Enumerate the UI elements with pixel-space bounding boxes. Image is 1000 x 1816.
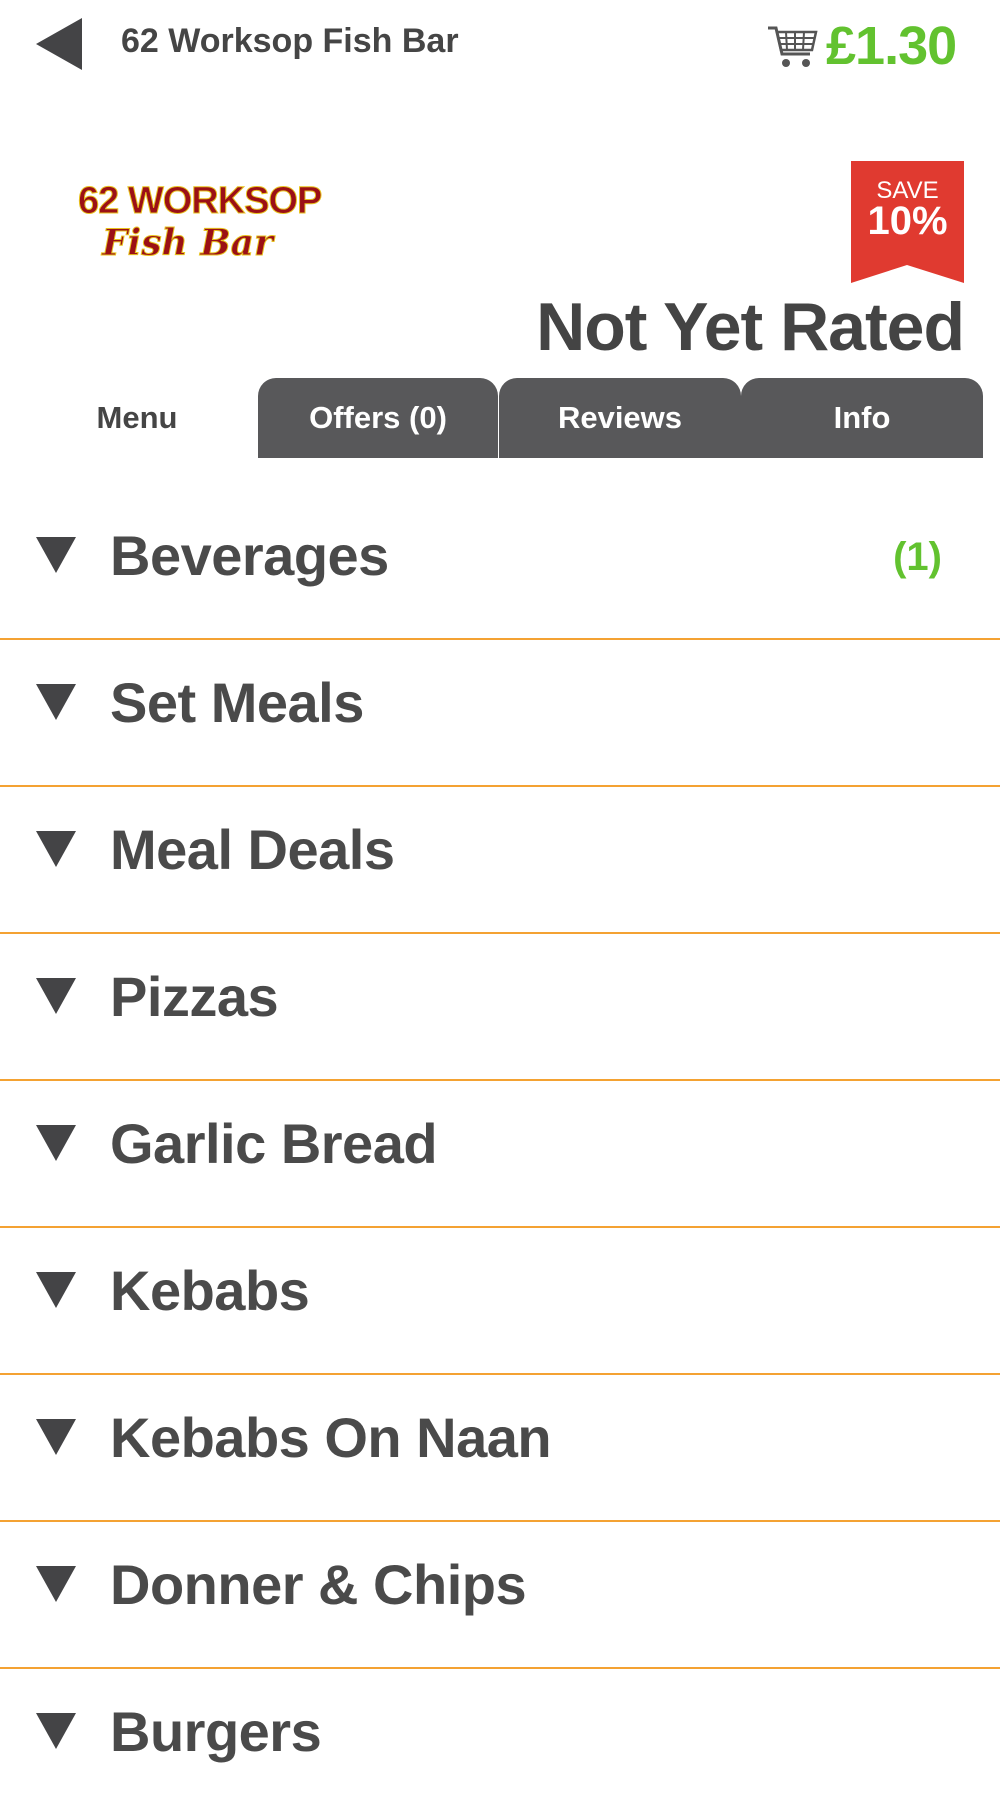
shopping-cart-icon (768, 26, 818, 67)
expand-triangle-icon (36, 1713, 76, 1749)
category-burgers[interactable]: Burgers (0, 1669, 1000, 1816)
category-label: Donner & Chips (110, 1553, 527, 1616)
top-bar: 62 Worksop Fish Bar £1.30 (0, 0, 1000, 90)
category-kebabs-on-naan[interactable]: Kebabs On Naan (0, 1375, 1000, 1522)
store-logo: 62 WORKSOP Fish Bar (74, 180, 322, 280)
cart-button[interactable]: £1.30 (766, 16, 957, 76)
category-beverages[interactable]: Beverages (1) (0, 493, 1000, 640)
rating-text: Not Yet Rated (536, 289, 965, 365)
expand-triangle-icon (36, 537, 76, 573)
category-label: Pizzas (110, 965, 279, 1028)
category-meal-deals[interactable]: Meal Deals (0, 787, 1000, 934)
category-label: Kebabs (110, 1259, 310, 1322)
back-arrow-icon (36, 18, 82, 70)
category-garlic-bread[interactable]: Garlic Bread (0, 1081, 1000, 1228)
category-label: Kebabs On Naan (110, 1406, 552, 1469)
tab-info[interactable]: Info (741, 378, 983, 458)
category-set-meals[interactable]: Set Meals (0, 640, 1000, 787)
expand-triangle-icon (36, 1125, 76, 1161)
cart-total: £1.30 (826, 16, 957, 76)
menu-category-list: Beverages (1) Set Meals Meal Deals Pizza… (0, 493, 1000, 1816)
category-item-count: (1) (893, 535, 942, 579)
expand-triangle-icon (36, 1272, 76, 1308)
category-pizzas[interactable]: Pizzas (0, 934, 1000, 1081)
expand-triangle-icon (36, 1566, 76, 1602)
expand-triangle-icon (36, 978, 76, 1014)
tab-offers[interactable]: Offers (0) (258, 378, 498, 458)
category-label: Burgers (110, 1700, 322, 1763)
save-percent: 10% (867, 199, 948, 243)
tab-reviews[interactable]: Reviews (499, 378, 741, 458)
back-button[interactable] (36, 18, 82, 70)
tab-menu[interactable]: Menu (17, 378, 257, 458)
expand-triangle-icon (36, 831, 76, 867)
category-donner-chips[interactable]: Donner & Chips (0, 1522, 1000, 1669)
category-label: Meal Deals (110, 818, 395, 881)
store-name: 62 Worksop Fish Bar (121, 22, 459, 60)
category-kebabs[interactable]: Kebabs (0, 1228, 1000, 1375)
category-label: Set Meals (110, 671, 364, 734)
logo-line-2: Fish Bar (102, 222, 274, 265)
logo-line-1: 62 WORKSOP (77, 180, 322, 223)
category-label: Beverages (110, 524, 389, 587)
save-badge: SAVE 10% (851, 161, 964, 283)
tab-bar: Menu Offers (0) Reviews Info (17, 378, 983, 458)
expand-triangle-icon (36, 1419, 76, 1455)
category-label: Garlic Bread (110, 1112, 438, 1175)
expand-triangle-icon (36, 684, 76, 720)
